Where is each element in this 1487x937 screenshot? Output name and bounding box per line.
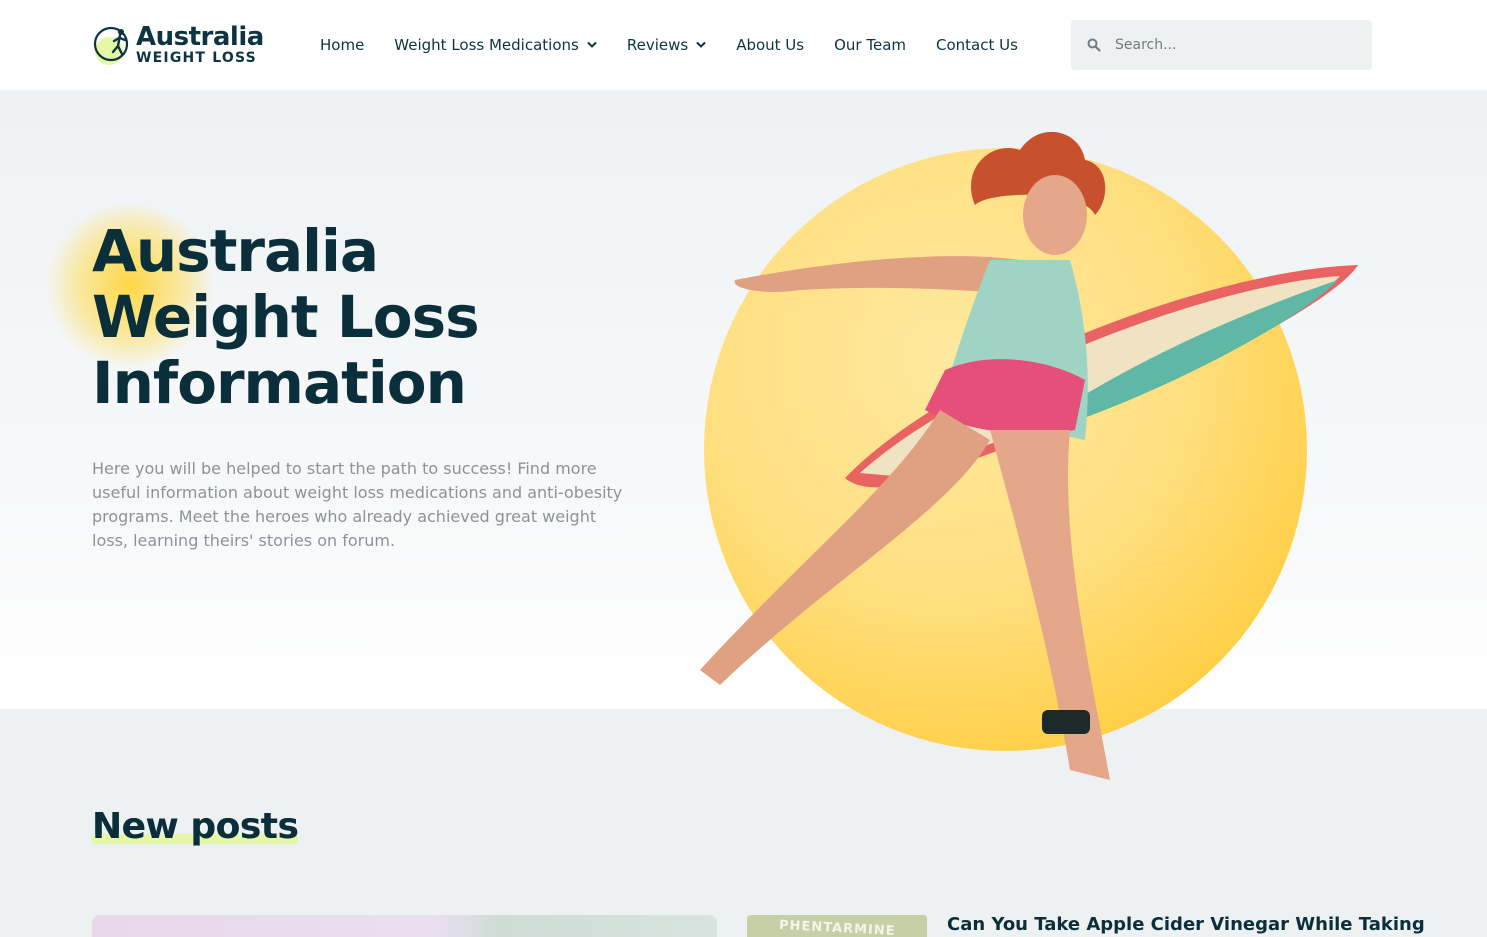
nav-item-reviews[interactable]: Reviews (627, 36, 706, 54)
hero-title-line: Australia (92, 217, 379, 285)
hero-title-line: Information (92, 349, 467, 417)
hero-title: Australia Weight Loss Information (92, 217, 480, 417)
featured-post-card[interactable] (92, 915, 717, 937)
main-nav: Home Weight Loss Medications Reviews Abo… (320, 0, 1048, 90)
hero-description: Here you will be helped to start the pat… (92, 459, 623, 550)
logo-text-primary: Australia (136, 22, 264, 52)
site-logo[interactable]: Australia WEIGHT LOSS (92, 22, 264, 68)
nav-item-label: Our Team (834, 36, 907, 54)
post-thumbnail[interactable]: PHENTARMINE (747, 915, 927, 937)
post-thumbnail-label: PHENTARMINE (778, 917, 896, 937)
nav-item-label: Weight Loss Medications (394, 36, 579, 54)
site-header: Australia WEIGHT LOSS Home Weight Loss M… (0, 0, 1487, 90)
search-box[interactable] (1071, 20, 1372, 70)
nav-item-weight-loss-medications[interactable]: Weight Loss Medications (394, 36, 597, 54)
hero-woman-surfboard-image (700, 131, 1358, 780)
nav-item-label: Contact Us (936, 36, 1018, 54)
logo-text-secondary: WEIGHT LOSS (136, 50, 257, 66)
search-input[interactable] (1115, 37, 1355, 53)
new-posts-heading-overlay: New posts (92, 806, 299, 847)
nav-item-about-us[interactable]: About Us (736, 36, 804, 54)
post-title-link[interactable]: Can You Take Apple Cider Vinegar While T… (947, 914, 1425, 935)
nav-item-label: About Us (736, 36, 805, 54)
runner-logo-icon (93, 26, 129, 65)
nav-item-label: Home (320, 36, 365, 54)
hero-title-line: Weight Loss (92, 283, 480, 351)
chevron-down-icon (696, 42, 706, 48)
nav-item-our-team[interactable]: Our Team (834, 36, 906, 54)
chevron-down-icon (587, 42, 597, 48)
nav-item-home[interactable]: Home (320, 36, 364, 54)
search-icon[interactable] (1087, 38, 1101, 52)
nav-item-label: Reviews (626, 36, 689, 54)
nav-item-contact-us[interactable]: Contact Us (936, 36, 1018, 54)
